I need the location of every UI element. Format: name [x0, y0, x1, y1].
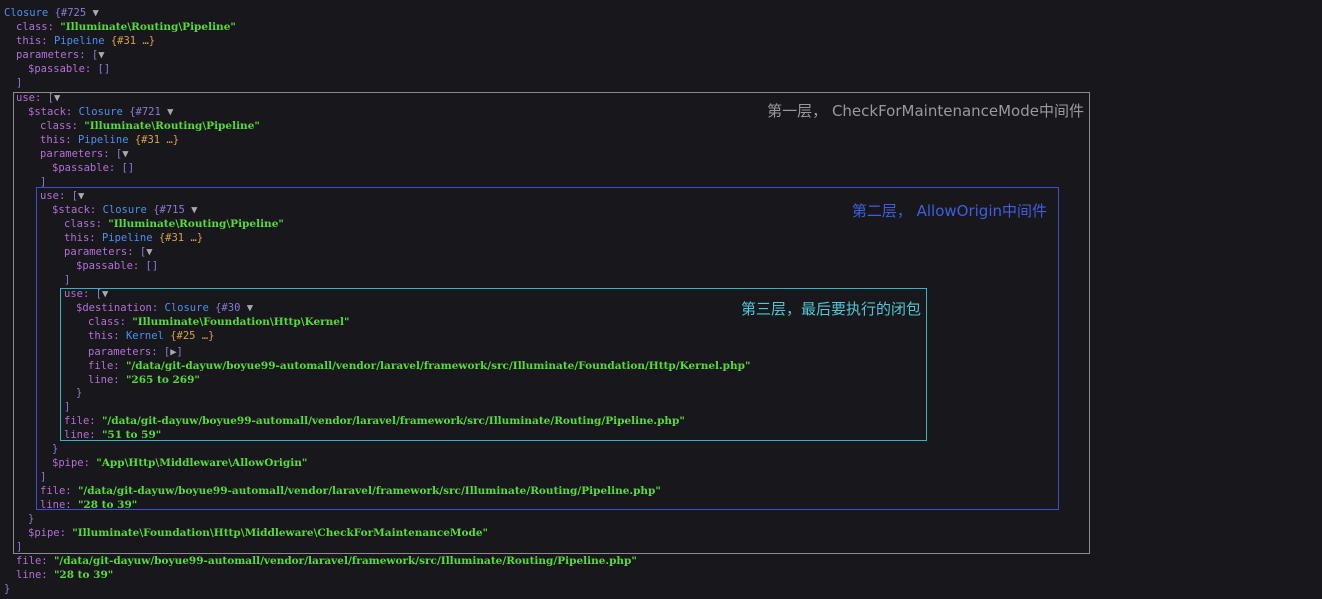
close-bracket: ] — [16, 541, 23, 553]
collapse-toggle-icon[interactable]: ▼ — [247, 301, 253, 315]
use-line-1: use: [▼ — [16, 91, 61, 105]
parameters-line: parameters: [▶] — [88, 346, 183, 358]
this-line: this: Pipeline {#31 …} — [16, 35, 156, 47]
dump-root-line: Closure {#725 ▼ — [4, 6, 99, 20]
close-brace: } — [4, 583, 11, 595]
use-line-2: use: [▼ — [40, 189, 85, 203]
stack-line-1: $stack: Closure {#721 ▼ — [28, 105, 174, 119]
close-bracket: ] — [64, 401, 71, 413]
this-line: this: Kernel {#25 …} — [88, 330, 215, 342]
close-bracket: ] — [16, 77, 23, 89]
parameters-line: parameters: [▼ — [64, 245, 153, 259]
class-value: "Illuminate\Routing\Pipeline" — [60, 21, 236, 33]
file-line: file: "/data/git-dayuw/boyue99-automall/… — [64, 415, 685, 427]
collapse-toggle-icon[interactable]: ▼ — [93, 6, 99, 20]
stack-line-2: $stack: Closure {#715 ▼ — [52, 203, 198, 217]
use-line-3: use: [▼ — [64, 287, 109, 301]
line-range: line: "51 to 59" — [64, 429, 162, 441]
closure-class: Closure — [4, 7, 49, 19]
class-line: class: "Illuminate\Routing\Pipeline" — [40, 120, 260, 132]
file-line: file: "/data/git-dayuw/boyue99-automall/… — [40, 485, 661, 497]
collapse-toggle-icon[interactable]: ▼ — [167, 105, 173, 119]
passable-line: $passable: [] — [76, 260, 159, 272]
this-line: this: Pipeline {#31 …} — [64, 232, 204, 244]
pipe-line-1: $pipe: "Illuminate\Foundation\Http\Middl… — [28, 527, 489, 539]
close-brace: } — [76, 387, 83, 399]
passable-line: $passable: [] — [52, 162, 135, 174]
object-id: {#725 — [54, 7, 87, 19]
collapse-toggle-icon[interactable]: ▼ — [191, 203, 197, 217]
close-bracket: ] — [40, 471, 47, 483]
close-brace: } — [28, 513, 35, 525]
class-line: class: "Illuminate\Routing\Pipeline" — [16, 21, 236, 33]
object-ref[interactable]: {#31 …} — [111, 35, 155, 47]
layer2-annotation: 第二层， AllowOrigin中间件 — [851, 202, 1047, 220]
parameters-line: parameters: [▼ — [40, 147, 129, 161]
line-range: line: "265 to 269" — [88, 374, 200, 386]
class-line: class: "Illuminate\Routing\Pipeline" — [64, 218, 284, 230]
close-bracket: ] — [64, 274, 71, 286]
expand-toggle-icon[interactable]: ▼ — [122, 147, 128, 161]
file-line: file: "/data/git-dayuw/boyue99-automall/… — [88, 360, 751, 372]
close-brace: } — [52, 443, 59, 455]
expand-toggle-icon[interactable]: ▼ — [78, 189, 84, 203]
close-bracket: ] — [40, 176, 47, 188]
expand-toggle-icon[interactable]: ▼ — [146, 245, 152, 259]
line-range: line: "28 to 39" — [40, 499, 138, 511]
expand-toggle-icon[interactable]: ▼ — [98, 48, 104, 62]
passable-line: $passable: [] — [28, 63, 111, 75]
destination-line: $destination: Closure {#30 ▼ — [76, 301, 254, 315]
file-line: file: "/data/git-dayuw/boyue99-automall/… — [16, 555, 637, 567]
line-range: line: "28 to 39" — [16, 569, 114, 581]
expand-toggle-icon[interactable]: ▼ — [54, 91, 60, 105]
class-line: class: "Illuminate\Foundation\Http\Kerne… — [88, 316, 350, 328]
layer1-annotation: 第一层， CheckForMaintenanceMode中间件 — [767, 102, 1084, 120]
pipe-line-2: $pipe: "App\Http\Middleware\AllowOrigin" — [52, 457, 308, 469]
expand-toggle-icon[interactable]: ▼ — [102, 287, 108, 301]
layer3-annotation: 第三层，最后要执行的闭包 — [740, 300, 921, 318]
parameters-line: parameters: [▼ — [16, 48, 105, 62]
this-line: this: Pipeline {#31 …} — [40, 134, 180, 146]
